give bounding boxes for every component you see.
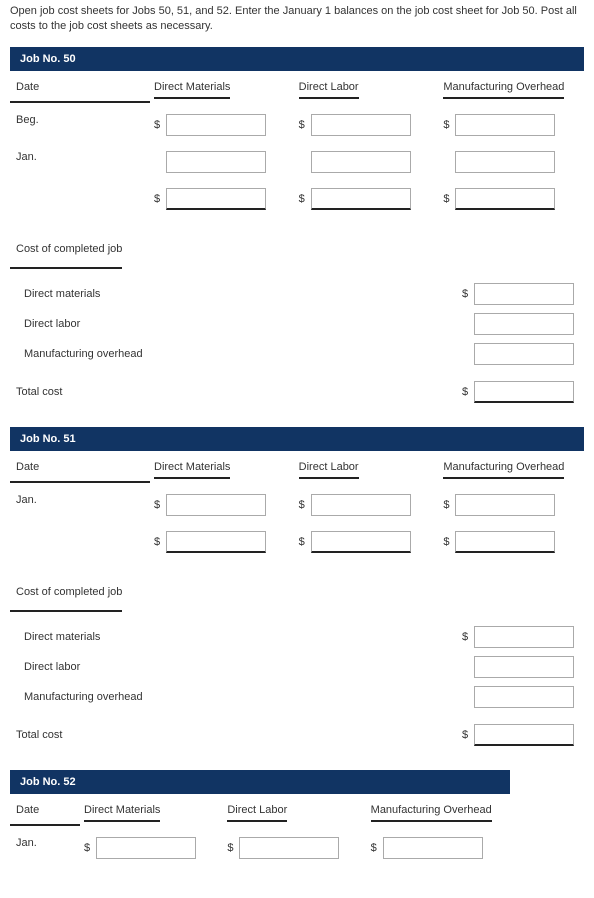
job-50-title: Job No. 50 [10, 47, 584, 71]
comp-label-dl: Direct labor [10, 661, 170, 673]
job-50-jan-dm-input[interactable] [166, 151, 266, 173]
currency-sign: $ [154, 536, 162, 548]
header-date: Date [16, 81, 39, 93]
comp-label-moh: Manufacturing overhead [10, 691, 170, 703]
currency-sign: $ [154, 499, 162, 511]
comp-label-dl: Direct labor [10, 318, 170, 330]
instructions-text: Open job cost sheets for Jobs 50, 51, an… [10, 4, 584, 35]
header-dl: Direct Labor [227, 804, 287, 822]
job-52-column-headers: Date Direct Materials Direct Labor Manuf… [10, 800, 510, 827]
currency-sign: $ [299, 536, 307, 548]
job-51-comp-dm-row: Direct materials $ [10, 626, 584, 648]
currency-sign: $ [462, 631, 470, 643]
job-51-comp-moh-input[interactable] [474, 686, 574, 708]
currency-sign: $ [154, 119, 162, 131]
row-label-beg: Beg. [10, 110, 150, 140]
job-50-beg-dm-input[interactable] [166, 114, 266, 136]
currency-sign: $ [462, 729, 470, 741]
job-51-jan-row: Jan. $ $ $ [10, 490, 584, 521]
job-50-beg-dl-input[interactable] [311, 114, 411, 136]
header-dl: Direct Labor [299, 81, 359, 99]
job-50-comp-dm-input[interactable] [474, 283, 574, 305]
header-dm: Direct Materials [84, 804, 160, 822]
currency-sign: $ [462, 386, 470, 398]
currency-sign: $ [371, 842, 379, 854]
currency-sign: $ [84, 842, 92, 854]
header-moh: Manufacturing Overhead [443, 461, 564, 479]
completed-title: Cost of completed job [10, 243, 122, 269]
job-51-comp-dl-row: Direct labor [10, 656, 584, 678]
job-50-beg-row: Beg. $ $ $ [10, 110, 584, 141]
comp-label-moh: Manufacturing overhead [10, 348, 170, 360]
job-52-jan-row: Jan. $ $ $ [10, 833, 510, 864]
job-51-sum-dm-input[interactable] [166, 531, 266, 553]
job-50-sum-moh-input[interactable] [455, 188, 555, 210]
job-50-column-headers: Date Direct Materials Direct Labor Manuf… [10, 77, 584, 104]
job-50-sum-dl-input[interactable] [311, 188, 411, 210]
job-52-title: Job No. 52 [10, 770, 510, 794]
job-51-comp-dl-input[interactable] [474, 656, 574, 678]
currency-sign: $ [443, 193, 451, 205]
job-51-comp-total-input[interactable] [474, 724, 574, 746]
job-51-sum-row: $ $ $ [10, 527, 584, 558]
job-51-title: Job No. 51 [10, 427, 584, 451]
currency-sign: $ [154, 193, 162, 205]
job-50-jan-dl-input[interactable] [311, 151, 411, 173]
job-50-beg-moh-input[interactable] [455, 114, 555, 136]
header-dm: Direct Materials [154, 81, 230, 99]
currency-sign: $ [462, 288, 470, 300]
header-dl: Direct Labor [299, 461, 359, 479]
job-52-jan-dl-input[interactable] [239, 837, 339, 859]
completed-title: Cost of completed job [10, 586, 122, 612]
job-50-sum-row: $ $ $ [10, 184, 584, 215]
currency-sign: $ [227, 842, 235, 854]
job-card-50: Job No. 50 Date Direct Materials Direct … [10, 47, 584, 403]
job-50-comp-dl-input[interactable] [474, 313, 574, 335]
currency-sign: $ [443, 536, 451, 548]
job-card-52: Job No. 52 Date Direct Materials Direct … [10, 770, 510, 864]
header-dm: Direct Materials [154, 461, 230, 479]
job-51-completed-section: Cost of completed job Direct materials $… [10, 586, 584, 746]
header-moh: Manufacturing Overhead [443, 81, 564, 99]
job-51-comp-dm-input[interactable] [474, 626, 574, 648]
job-50-jan-moh-input[interactable] [455, 151, 555, 173]
job-51-jan-dm-input[interactable] [166, 494, 266, 516]
job-51-comp-total-row: Total cost $ [10, 724, 584, 746]
currency-sign: $ [443, 119, 451, 131]
currency-sign: $ [299, 499, 307, 511]
job-52-jan-moh-input[interactable] [383, 837, 483, 859]
job-50-comp-dm-row: Direct materials $ [10, 283, 584, 305]
job-51-sum-moh-input[interactable] [455, 531, 555, 553]
job-50-comp-moh-row: Manufacturing overhead [10, 343, 584, 365]
currency-sign: $ [299, 193, 307, 205]
job-50-jan-row: Jan. [10, 147, 584, 178]
job-50-completed-section: Cost of completed job Direct materials $… [10, 243, 584, 403]
comp-label-dm: Direct materials [10, 631, 170, 643]
job-51-comp-moh-row: Manufacturing overhead [10, 686, 584, 708]
job-50-sum-dm-input[interactable] [166, 188, 266, 210]
job-50-comp-total-input[interactable] [474, 381, 574, 403]
header-date: Date [16, 804, 39, 816]
job-50-comp-dl-row: Direct labor [10, 313, 584, 335]
job-52-jan-dm-input[interactable] [96, 837, 196, 859]
row-label-jan: Jan. [10, 490, 150, 520]
job-51-jan-dl-input[interactable] [311, 494, 411, 516]
job-50-comp-moh-input[interactable] [474, 343, 574, 365]
job-51-column-headers: Date Direct Materials Direct Labor Manuf… [10, 457, 584, 484]
header-date: Date [16, 461, 39, 473]
currency-sign: $ [443, 499, 451, 511]
job-51-sum-dl-input[interactable] [311, 531, 411, 553]
row-label-jan: Jan. [10, 147, 150, 177]
comp-label-total: Total cost [10, 386, 170, 398]
comp-label-dm: Direct materials [10, 288, 170, 300]
job-card-51: Job No. 51 Date Direct Materials Direct … [10, 427, 584, 746]
comp-label-total: Total cost [10, 729, 170, 741]
job-51-jan-moh-input[interactable] [455, 494, 555, 516]
row-label-jan: Jan. [10, 833, 80, 863]
currency-sign: $ [299, 119, 307, 131]
header-moh: Manufacturing Overhead [371, 804, 492, 822]
job-50-comp-total-row: Total cost $ [10, 381, 584, 403]
